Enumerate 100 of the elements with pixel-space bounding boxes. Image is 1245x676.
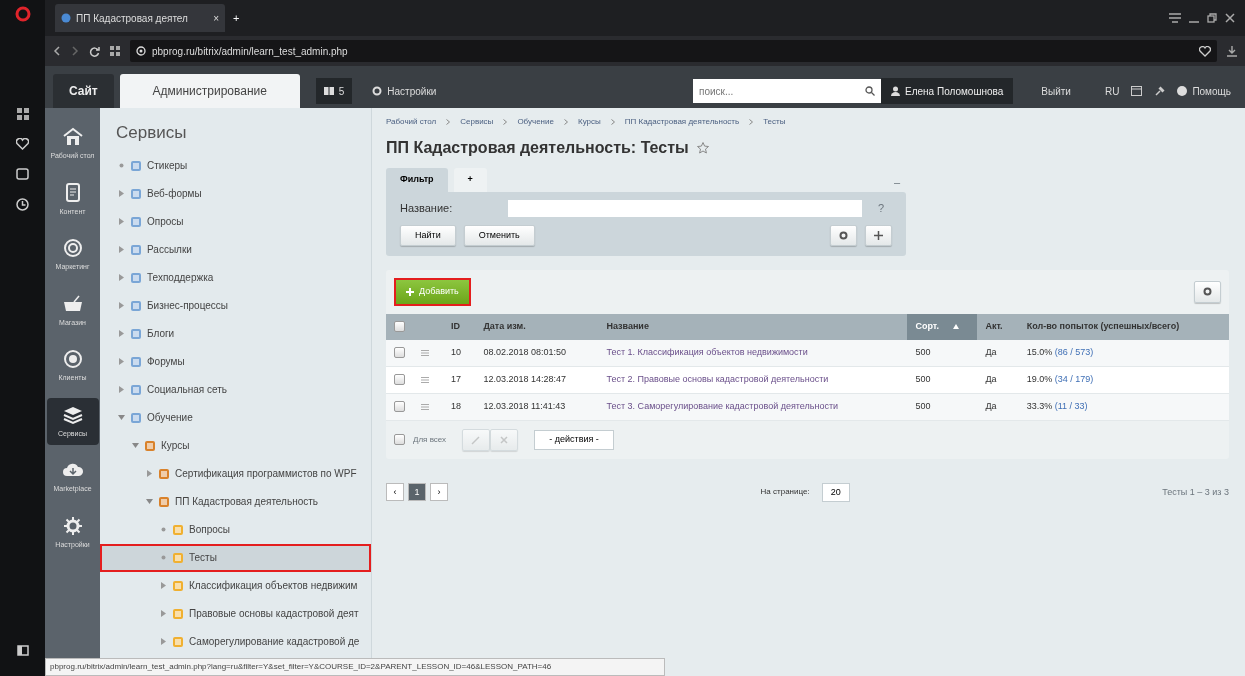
collapse-button[interactable]: – xyxy=(887,173,906,192)
user-button[interactable]: Елена Поломошнова xyxy=(881,78,1014,104)
expand-arrow-icon[interactable] xyxy=(118,218,125,225)
breadcrumb-link[interactable]: Курсы xyxy=(577,116,601,128)
tree-item[interactable]: Техподдержка xyxy=(100,263,371,292)
next-page-button[interactable]: › xyxy=(430,483,448,502)
menu-icon[interactable] xyxy=(1169,13,1181,23)
clock-icon[interactable] xyxy=(16,198,29,211)
tree-item[interactable]: Веб-формы xyxy=(100,179,371,208)
expand-arrow-icon[interactable] xyxy=(146,470,153,477)
back-icon[interactable] xyxy=(53,46,61,56)
checkbox[interactable] xyxy=(394,347,405,359)
heart-icon[interactable] xyxy=(1199,45,1211,57)
top-tab[interactable]: Сайт xyxy=(53,74,114,108)
column-header[interactable]: ID xyxy=(443,313,476,340)
checkbox[interactable] xyxy=(394,401,405,413)
heart-icon[interactable] xyxy=(16,138,29,150)
message-icon[interactable] xyxy=(16,168,29,180)
tree-item[interactable]: Обучение xyxy=(100,403,371,432)
help-button[interactable]: Помощь xyxy=(1171,74,1237,108)
reload-icon[interactable] xyxy=(89,45,100,57)
actions-dropdown[interactable]: - действия - xyxy=(534,430,615,450)
filter-tab[interactable]: + xyxy=(453,168,487,192)
column-header[interactable]: Сорт. xyxy=(907,313,978,340)
checkbox[interactable] xyxy=(394,434,405,446)
column-header[interactable]: Акт. xyxy=(977,313,1019,340)
add-filter-button[interactable] xyxy=(865,224,892,246)
menu-icon[interactable] xyxy=(421,349,429,356)
expand-arrow-icon[interactable] xyxy=(160,610,167,617)
tree-item[interactable]: Форумы xyxy=(100,347,371,376)
filter-button[interactable]: Отменить xyxy=(463,224,535,246)
tree-item[interactable]: ПП Кадастровая деятельность xyxy=(100,487,371,516)
top-tab[interactable]: Администрирование xyxy=(119,74,300,108)
attempts-link[interactable]: (34 / 179) xyxy=(1054,374,1094,385)
tree-item[interactable]: Рассылки xyxy=(100,235,371,264)
tree-item[interactable]: Правовые основы кадастровой деят xyxy=(100,599,371,628)
opera-logo-icon[interactable] xyxy=(14,6,31,22)
pin-icon[interactable] xyxy=(1155,86,1166,96)
notifications-button[interactable]: 5 xyxy=(315,78,353,104)
breadcrumb-link[interactable]: Сервисы xyxy=(460,116,494,128)
expand-arrow-icon[interactable] xyxy=(118,386,125,393)
breadcrumb-link[interactable]: Обучение xyxy=(517,116,554,128)
name-input-field[interactable] xyxy=(508,199,862,217)
expand-arrow-icon[interactable] xyxy=(118,302,125,309)
tree-item[interactable]: Саморегулирование кадастровой де xyxy=(100,627,371,656)
tree-item[interactable]: Классификация объектов недвижим xyxy=(100,571,371,600)
tree-item[interactable]: Вопросы xyxy=(100,515,371,544)
column-header[interactable]: Кол-во попыток (успешных/всего) xyxy=(1018,313,1229,340)
attempts-link[interactable]: (11 / 33) xyxy=(1054,401,1088,412)
filter-button[interactable]: Найти xyxy=(400,224,456,246)
expand-arrow-icon[interactable] xyxy=(118,358,125,365)
star-icon[interactable] xyxy=(696,142,709,154)
tree-item[interactable]: Курсы xyxy=(100,431,371,460)
expand-arrow-icon[interactable] xyxy=(118,190,125,197)
checkbox[interactable] xyxy=(394,320,405,332)
breadcrumb-link[interactable]: ПП Кадастровая деятельность xyxy=(624,116,740,128)
column-header[interactable]: Дата изм. xyxy=(475,313,599,340)
expand-arrow-icon[interactable] xyxy=(118,274,125,281)
panel-toggle-icon[interactable] xyxy=(16,645,29,656)
expand-arrow-icon[interactable] xyxy=(118,330,125,337)
settings-button[interactable] xyxy=(830,224,857,246)
tree-item[interactable]: Блоги xyxy=(100,319,371,348)
language-selector[interactable]: RU xyxy=(1098,74,1126,108)
breadcrumb-link[interactable]: Тесты xyxy=(763,116,786,128)
page-button[interactable]: 1 xyxy=(408,483,426,502)
checkbox[interactable] xyxy=(394,374,405,386)
download-icon[interactable] xyxy=(1227,45,1237,57)
tree-item[interactable]: Тесты xyxy=(100,543,371,572)
filter-tab[interactable]: Фильтр xyxy=(386,168,448,192)
new-tab-button[interactable]: + xyxy=(233,9,240,27)
grid-icon[interactable] xyxy=(16,108,29,120)
expand-arrow-icon[interactable] xyxy=(160,582,167,589)
collapse-arrow-icon[interactable] xyxy=(132,442,139,449)
collapse-arrow-icon[interactable] xyxy=(118,414,125,421)
close-tab-button[interactable]: × xyxy=(213,10,219,26)
previous-page-button[interactable]: ‹ xyxy=(386,483,404,502)
logout-link[interactable]: Выйти xyxy=(1035,74,1077,108)
close-icon[interactable] xyxy=(1225,13,1235,23)
column-header[interactable]: Название xyxy=(598,313,908,340)
expand-arrow-icon[interactable] xyxy=(118,246,125,253)
tree-item[interactable]: Бизнес-процессы xyxy=(100,291,371,320)
menu-icon[interactable] xyxy=(421,376,429,383)
attempts-link[interactable]: (86 / 573) xyxy=(1054,347,1094,357)
address-field[interactable]: pbprog.ru/bitrix/admin/learn_test_admin.php xyxy=(130,40,1217,62)
menu-icon[interactable] xyxy=(421,403,429,410)
settings-button[interactable] xyxy=(1194,281,1221,303)
grid-icon[interactable] xyxy=(110,46,120,56)
forward-icon[interactable] xyxy=(71,46,79,56)
tree-item[interactable]: Сертификация программистов по WPF xyxy=(100,459,371,488)
restore-icon[interactable] xyxy=(1207,13,1217,23)
search-field[interactable]: поиск... xyxy=(693,79,884,103)
per-page-dropdown[interactable]: 20 xyxy=(821,482,850,502)
browser-tab[interactable]: ПП Кадастровая деятел × xyxy=(55,4,225,32)
tree-item[interactable]: Стикеры xyxy=(100,151,371,180)
settings-button[interactable]: Настройки xyxy=(366,74,443,108)
search-icon[interactable] xyxy=(865,86,876,96)
tree-item[interactable]: Социальная сеть xyxy=(100,375,371,404)
breadcrumb-link[interactable]: Рабочий стол xyxy=(386,116,437,128)
expand-arrow-icon[interactable] xyxy=(160,638,167,645)
collapse-arrow-icon[interactable] xyxy=(146,498,153,505)
